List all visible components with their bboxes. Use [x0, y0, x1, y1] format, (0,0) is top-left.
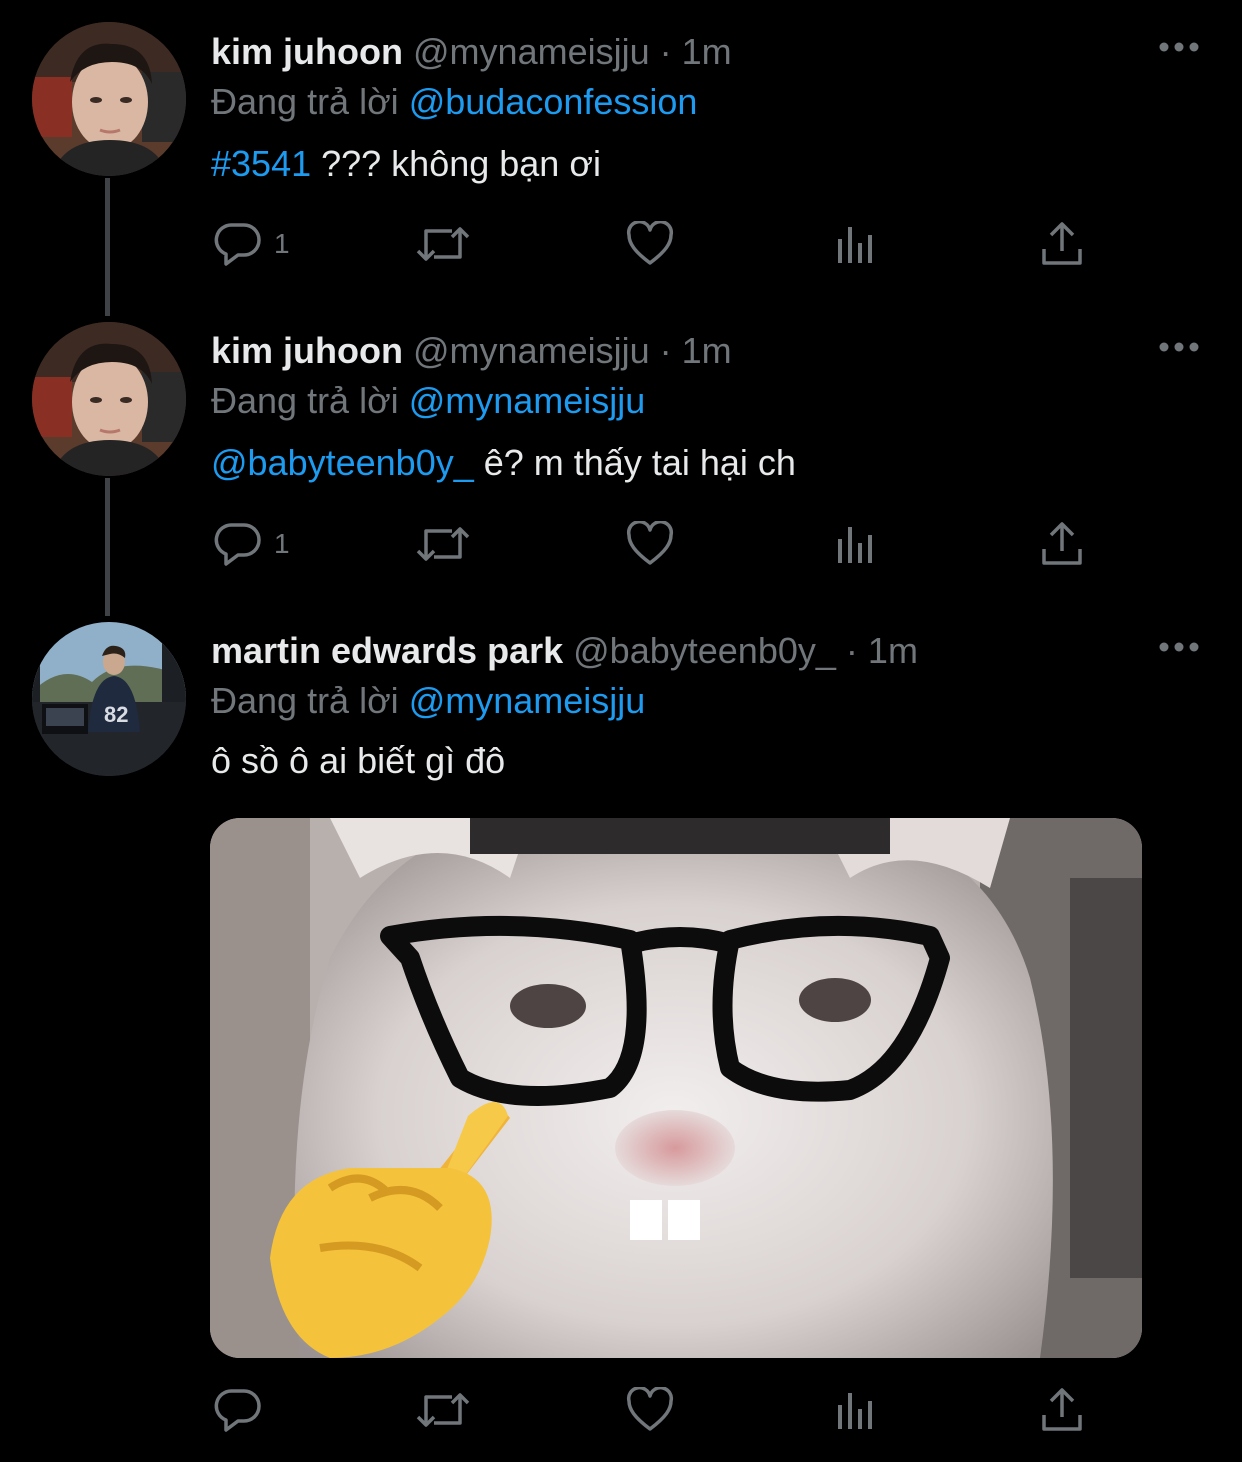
retweet-button[interactable] — [414, 514, 472, 574]
separator: · — [845, 630, 858, 671]
tweet-header: kim juhoon @mynameisjju · 1m — [211, 27, 732, 77]
share-icon — [1042, 522, 1082, 565]
like-icon — [626, 521, 674, 565]
user-avatar-icon — [32, 22, 186, 176]
views-icon — [838, 527, 872, 563]
username[interactable]: @mynameisjju — [413, 31, 650, 72]
more-button[interactable] — [1156, 37, 1202, 57]
cat-with-glasses-meme-image — [210, 818, 1142, 1358]
tweet-text: #3541 ??? không bạn ơi — [211, 139, 601, 189]
replying-to: Đang trả lời @budaconfession — [211, 77, 697, 127]
reply-count: 1 — [274, 528, 290, 559]
more-button[interactable] — [1156, 637, 1202, 657]
share-button[interactable] — [1040, 514, 1084, 574]
retweet-button[interactable] — [414, 1380, 472, 1440]
share-icon — [1042, 1388, 1082, 1431]
reply-count: 1 — [274, 228, 290, 259]
action-bar — [0, 1380, 1242, 1440]
replying-to-label: Đang trả lời — [211, 380, 399, 421]
reply-button[interactable]: 1 — [214, 214, 290, 274]
views-icon — [838, 227, 872, 263]
like-button[interactable] — [626, 514, 674, 574]
username[interactable]: @babyteenb0y_ — [573, 630, 836, 671]
tweet-body: ê? m thấy tai hại ch — [473, 442, 796, 483]
retweet-icon — [416, 1393, 470, 1427]
replying-to-link[interactable]: @budaconfession — [409, 81, 698, 122]
retweet-icon — [416, 527, 470, 561]
svg-text:82: 82 — [104, 702, 128, 727]
reply-button[interactable]: 1 — [214, 514, 290, 574]
tweet-body: ??? không bạn ơi — [311, 143, 601, 184]
display-name[interactable]: kim juhoon — [211, 31, 403, 72]
timestamp[interactable]: 1m — [682, 31, 732, 72]
more-icon — [1159, 42, 1199, 52]
retweet-icon — [416, 227, 470, 261]
more-icon — [1159, 642, 1199, 652]
views-button[interactable] — [834, 514, 878, 574]
replying-to: Đang trả lời @mynameisjju — [211, 376, 645, 426]
share-button[interactable] — [1040, 1380, 1084, 1440]
avatar[interactable] — [32, 322, 186, 476]
replying-to-label: Đang trả lời — [211, 680, 399, 721]
replying-to-label: Đang trả lời — [211, 81, 399, 122]
action-bar: 1 — [0, 214, 1242, 274]
reply-button[interactable] — [214, 1380, 274, 1440]
like-button[interactable] — [626, 1380, 674, 1440]
retweet-button[interactable] — [414, 214, 472, 274]
avatar[interactable]: 82 — [32, 622, 186, 776]
tweet[interactable]: kim juhoon @mynameisjju · 1m Đang trả lờ… — [0, 22, 1242, 302]
tweet-text: ô sồ ô ai biết gì đô — [211, 736, 505, 786]
views-button[interactable] — [834, 214, 878, 274]
mention-link[interactable]: @babyteenb0y_ — [211, 442, 474, 483]
user-avatar-icon — [32, 322, 186, 476]
like-icon — [626, 221, 674, 265]
replying-to: Đang trả lời @mynameisjju — [211, 676, 645, 726]
username[interactable]: @mynameisjju — [413, 330, 650, 371]
timestamp[interactable]: 1m — [682, 330, 732, 371]
replying-to-link[interactable]: @mynameisjju — [409, 380, 646, 421]
display-name[interactable]: martin edwards park — [211, 630, 563, 671]
tweet[interactable]: kim juhoon @mynameisjju · 1m Đang trả lờ… — [0, 322, 1242, 602]
views-button[interactable] — [834, 1380, 878, 1440]
views-icon — [838, 1393, 872, 1429]
tweet-body: ô sồ ô ai biết gì đô — [211, 740, 506, 781]
tweet-media-image[interactable] — [210, 818, 1142, 1358]
like-icon — [626, 1387, 674, 1431]
reply-icon — [214, 223, 261, 266]
tweet-header: kim juhoon @mynameisjju · 1m — [211, 326, 732, 376]
reply-icon — [214, 1389, 261, 1432]
separator: · — [659, 31, 672, 72]
share-button[interactable] — [1040, 214, 1084, 274]
avatar[interactable] — [32, 22, 186, 176]
separator: · — [659, 330, 672, 371]
more-icon — [1159, 342, 1199, 352]
tweet-text: @babyteenb0y_ ê? m thấy tai hại ch — [211, 438, 796, 488]
more-button[interactable] — [1156, 337, 1202, 357]
display-name[interactable]: kim juhoon — [211, 330, 403, 371]
reply-icon — [214, 523, 261, 566]
user-avatar-icon: 82 — [32, 622, 186, 776]
hashtag-link[interactable]: #3541 — [211, 143, 311, 184]
timestamp[interactable]: 1m — [868, 630, 918, 671]
like-button[interactable] — [626, 214, 674, 274]
action-bar: 1 — [0, 514, 1242, 574]
tweet-header: martin edwards park @babyteenb0y_ · 1m — [211, 626, 918, 676]
replying-to-link[interactable]: @mynameisjju — [409, 680, 646, 721]
share-icon — [1042, 222, 1082, 265]
